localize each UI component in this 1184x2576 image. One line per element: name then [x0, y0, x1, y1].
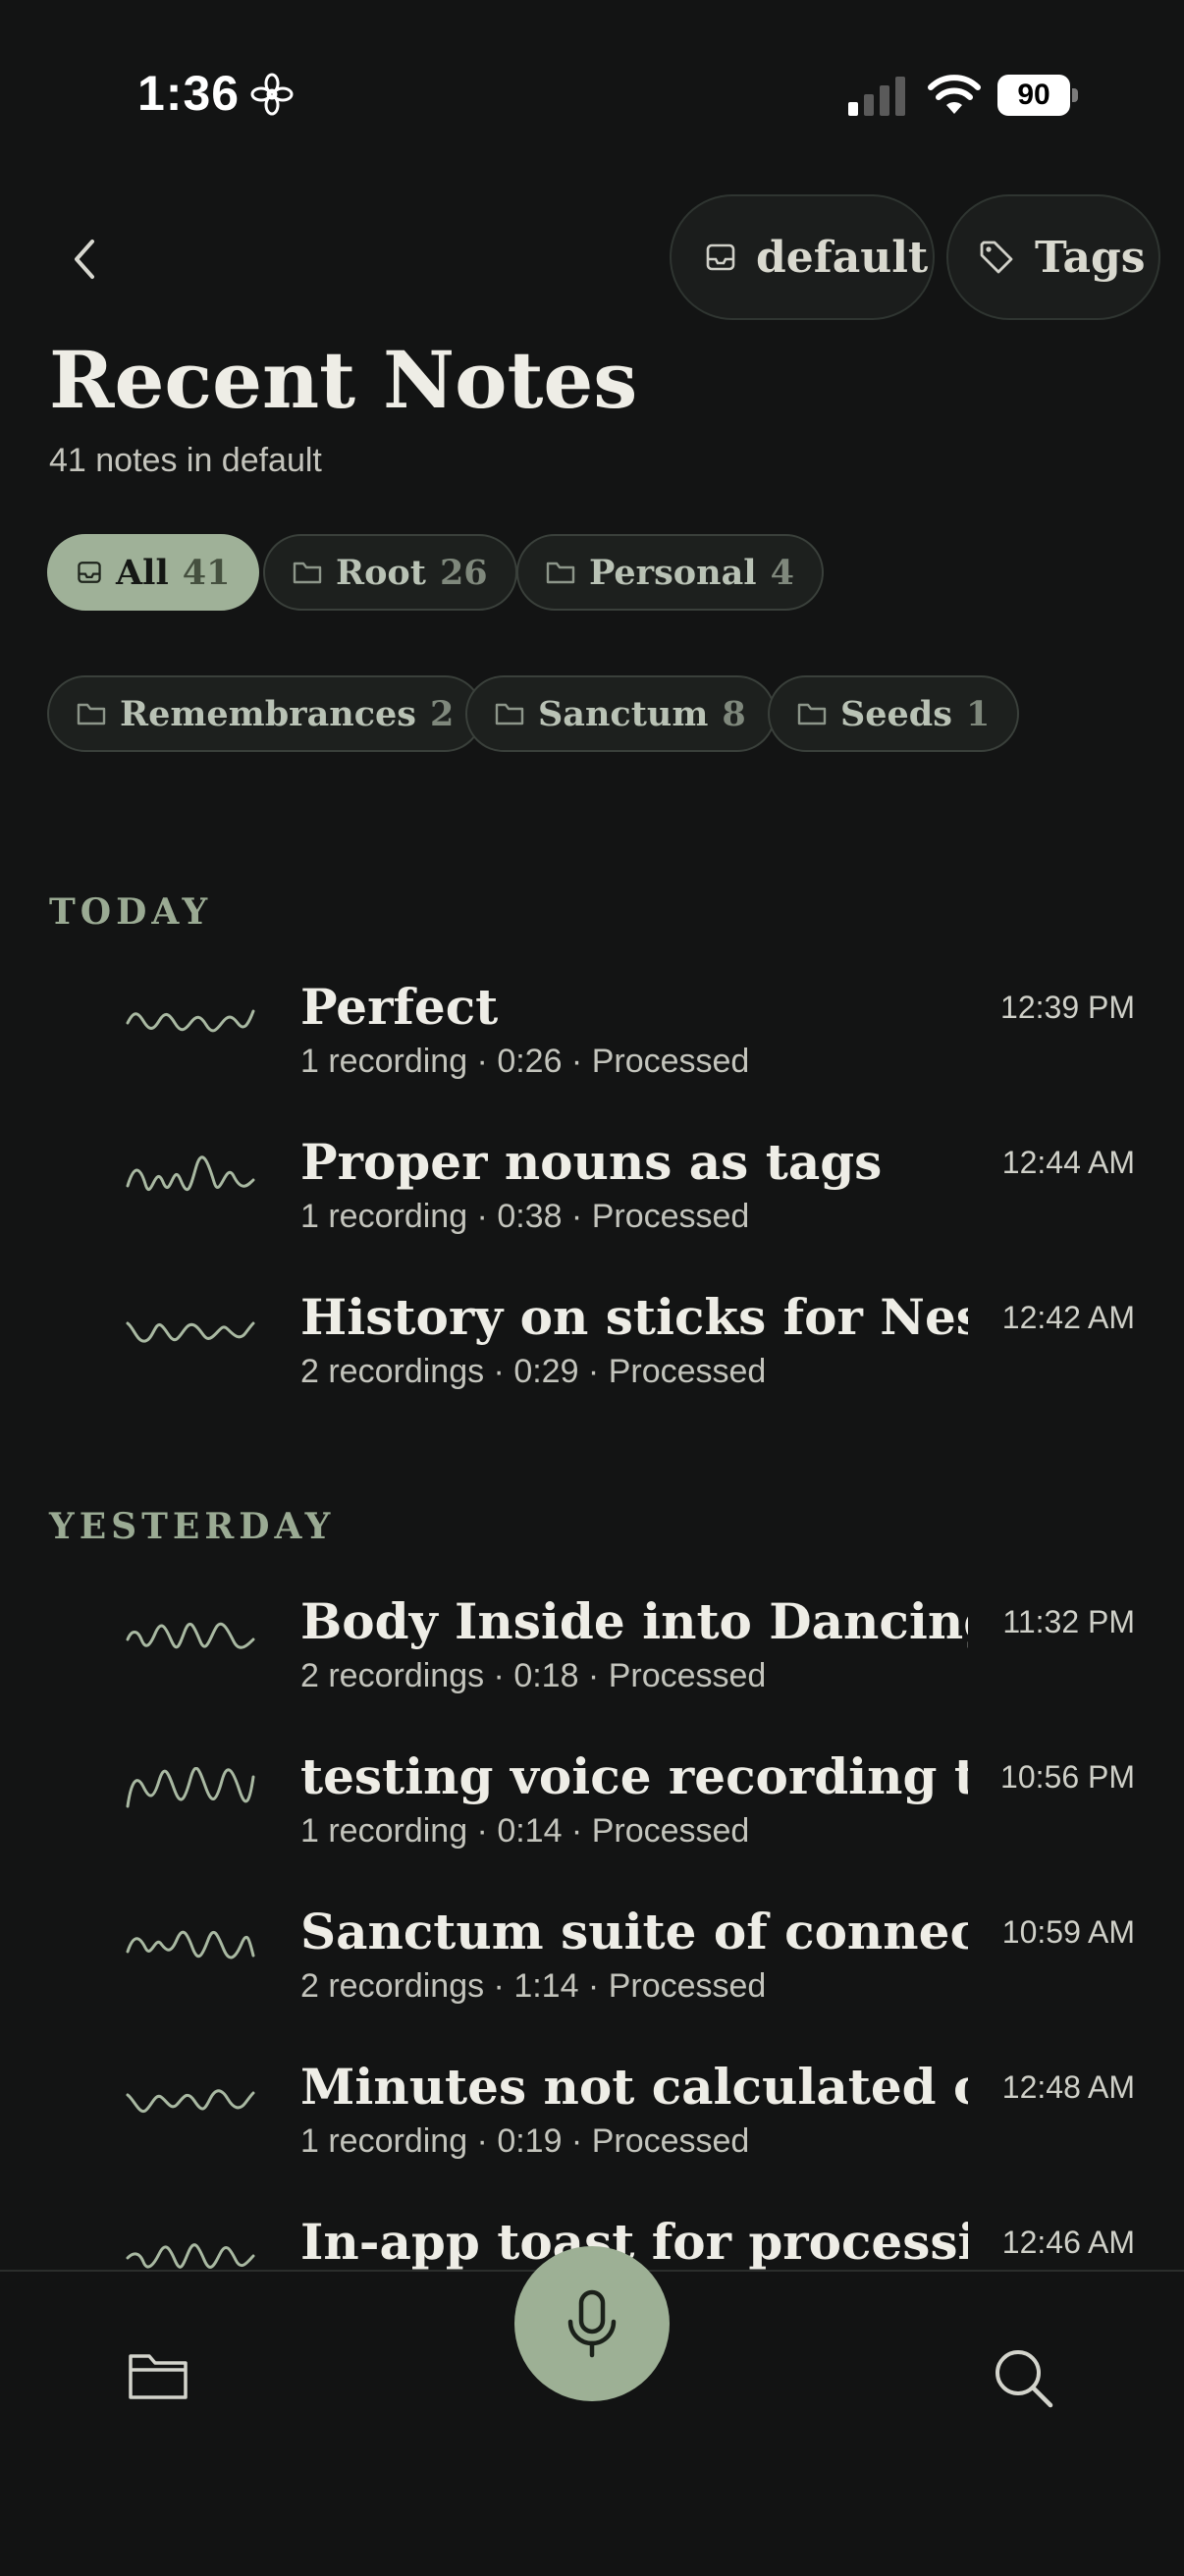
notebook-selector-label: default	[756, 232, 929, 283]
chevron-left-icon	[75, 240, 94, 279]
signal-icon	[848, 77, 905, 116]
waveform-icon	[126, 1321, 255, 1343]
note-title: Perfect	[300, 978, 499, 1036]
flower-icon	[250, 73, 294, 116]
filter-chip-personal[interactable]: Personal 4	[516, 534, 824, 611]
waveform-icon	[126, 1767, 255, 1808]
section-label-yesterday: YESTERDAY	[49, 1506, 336, 1547]
note-time: 10:59 AM	[1001, 1914, 1135, 1950]
filter-chip-label: Seeds	[840, 693, 952, 734]
filter-chip-label: Personal	[589, 552, 757, 593]
inbox-icon	[78, 562, 101, 583]
note-title: Body Inside into Dancing	[300, 1592, 968, 1650]
note-title: History on sticks for Nes...	[300, 1288, 968, 1346]
filter-chip-label: Remembrances	[120, 693, 417, 734]
page-subtitle: 41 notes in default	[49, 442, 322, 479]
folder-icon	[77, 703, 106, 725]
filter-chip-count: 26	[439, 552, 488, 593]
note-row[interactable]: History on sticks for Nes... 2 recording…	[0, 1288, 1184, 1435]
tags-label: Tags	[1035, 232, 1146, 283]
filter-chip-sanctum[interactable]: Sanctum 8	[465, 675, 776, 752]
note-row[interactable]: Proper nouns as tags 1 recording · 0:38 …	[0, 1133, 1184, 1280]
battery-tip	[1072, 88, 1078, 102]
filter-chip-seeds[interactable]: Seeds 1	[768, 675, 1020, 752]
filter-chip-count: 1	[966, 693, 991, 734]
note-time: 12:46 AM	[1001, 2225, 1135, 2260]
folder-icon[interactable]	[128, 2350, 188, 2401]
note-title: Sanctum suite of connec...	[300, 1903, 968, 1960]
status-time: 1:36	[137, 66, 241, 121]
folder-icon	[546, 562, 575, 584]
note-row[interactable]: Body Inside into Dancing 2 recordings · …	[0, 1592, 1184, 1740]
battery-level: 90	[997, 75, 1070, 116]
note-meta: 2 recordings · 0:18 · Processed	[300, 1657, 767, 1694]
note-title: Minutes not calculated o...	[300, 2058, 968, 2116]
back-button[interactable]	[61, 232, 110, 287]
record-button[interactable]	[514, 2246, 670, 2401]
waveform-icon	[126, 2089, 255, 2114]
wifi-icon	[928, 75, 981, 114]
note-meta: 2 recordings · 0:29 · Processed	[300, 1353, 767, 1390]
filter-chip-label: All	[116, 552, 169, 593]
note-time: 12:44 AM	[1001, 1145, 1135, 1180]
note-meta: 1 recording · 0:14 · Processed	[300, 1812, 750, 1850]
filter-chip-count: 2	[430, 693, 455, 734]
filter-chip-label: Root	[336, 552, 426, 593]
note-time: 10:56 PM	[1000, 1759, 1135, 1795]
waveform-icon	[126, 1155, 255, 1192]
filter-chip-label: Sanctum	[538, 693, 709, 734]
note-time: 12:48 AM	[1001, 2069, 1135, 2105]
note-time: 12:39 PM	[1000, 990, 1135, 1025]
waveform-icon	[126, 1622, 255, 1649]
search-icon[interactable]	[992, 2346, 1054, 2409]
page-title: Recent Notes	[49, 334, 638, 426]
note-row[interactable]: Perfect 1 recording · 0:26 · Processed 1…	[0, 978, 1184, 1125]
note-meta: 1 recording · 0:26 · Processed	[300, 1043, 750, 1080]
note-title: Proper nouns as tags	[300, 1133, 883, 1191]
note-time: 11:32 PM	[1002, 1604, 1135, 1639]
section-label-today: TODAY	[49, 891, 213, 933]
folder-icon	[797, 703, 827, 725]
filter-chip-remembrances[interactable]: Remembrances 2	[47, 675, 484, 752]
filter-chip-count: 41	[182, 552, 231, 593]
folder-icon	[293, 562, 322, 584]
waveform-icon	[126, 1930, 255, 1959]
note-row[interactable]: Minutes not calculated o... 1 recording …	[0, 2058, 1184, 2205]
waveform-icon	[126, 1009, 255, 1033]
note-meta: 1 recording · 0:19 · Processed	[300, 2122, 750, 2160]
filter-chip-all[interactable]: All 41	[47, 534, 260, 611]
filter-chip-count: 8	[722, 693, 746, 734]
filter-chip-count: 4	[770, 552, 794, 593]
notebook-selector-button[interactable]: default	[670, 194, 935, 320]
microphone-icon	[567, 2289, 617, 2358]
battery-indicator: 90	[997, 75, 1078, 116]
note-row[interactable]: Sanctum suite of connec... 2 recordings …	[0, 1903, 1184, 2050]
folder-icon	[495, 703, 524, 725]
tags-button[interactable]: Tags	[946, 194, 1160, 320]
note-title: testing voice recording tr...	[300, 1747, 968, 1805]
inbox-icon	[706, 243, 735, 271]
note-row[interactable]: testing voice recording tr... 1 recordin…	[0, 1747, 1184, 1895]
note-meta: 2 recordings · 1:14 · Processed	[300, 1967, 767, 2005]
filter-chip-root[interactable]: Root 26	[263, 534, 517, 611]
note-meta: 1 recording · 0:38 · Processed	[300, 1198, 750, 1235]
note-time: 12:42 AM	[1001, 1300, 1135, 1335]
tag-icon	[980, 241, 1013, 274]
